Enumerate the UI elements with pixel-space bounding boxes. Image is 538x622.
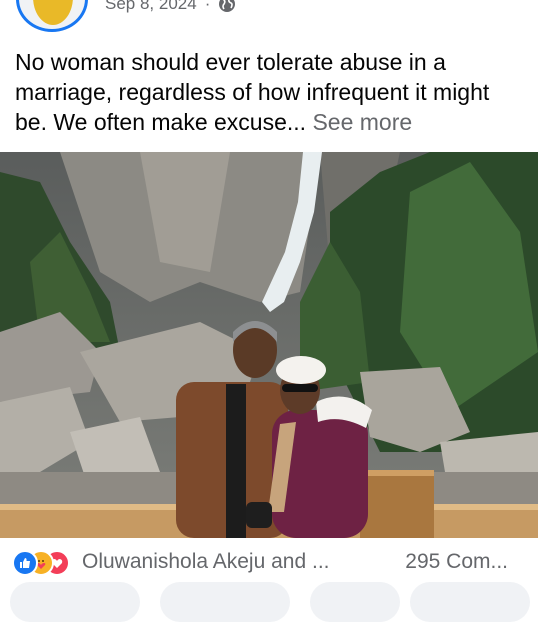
share-button[interactable]	[310, 582, 400, 622]
comment-button[interactable]	[160, 582, 290, 622]
post-body: No woman should ever tolerate abuse in a…	[15, 49, 490, 135]
photo-illustration	[0, 152, 538, 538]
post-text: No woman should ever tolerate abuse in a…	[15, 47, 525, 137]
text-ellipsis: ...	[286, 109, 307, 135]
see-more-link[interactable]: See more	[312, 109, 412, 135]
action-bar	[0, 582, 538, 622]
like-button[interactable]	[10, 582, 140, 622]
meta-separator: ·	[204, 0, 211, 13]
post-meta: Sep 8, 2024 ·	[105, 0, 236, 14]
comments-count[interactable]: 295 Com...	[405, 550, 508, 574]
send-button[interactable]	[410, 582, 530, 622]
avatar-image	[33, 0, 73, 25]
reaction-icons[interactable]	[12, 550, 76, 576]
like-icon	[12, 550, 38, 576]
reactions-bar: Oluwanishola Akeju and ... 295 Com...	[0, 540, 538, 584]
globe-icon	[218, 0, 236, 13]
reacted-by-text[interactable]: Oluwanishola Akeju and ...	[82, 550, 330, 574]
post-date[interactable]: Sep 8, 2024	[105, 0, 197, 14]
post-header: Sep 8, 2024 ·	[0, 0, 538, 36]
post-photo[interactable]	[0, 152, 538, 538]
author-avatar[interactable]	[16, 0, 88, 32]
